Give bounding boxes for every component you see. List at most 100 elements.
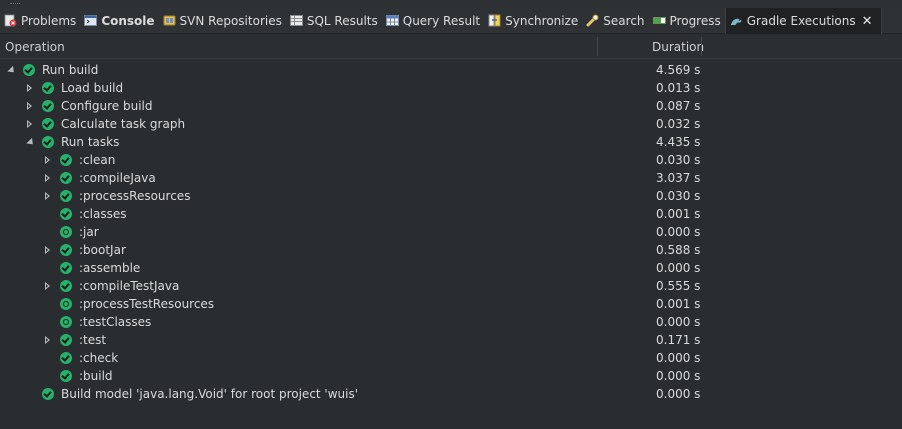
collapse-arrow-icon[interactable] [45, 246, 50, 254]
tree-row[interactable]: :bootJar 0.588 s [0, 241, 902, 259]
tab-label: Synchronize [505, 13, 579, 28]
tree-row[interactable]: :jar 0.000 s [0, 223, 902, 241]
tree-row[interactable]: :clean 0.030 s [0, 151, 902, 169]
up-to-date-status-icon [60, 298, 72, 310]
collapse-arrow-icon[interactable] [45, 282, 50, 290]
tab-label: SVN Repositories [179, 13, 282, 28]
duration-value: 0.087 s [656, 99, 701, 113]
table-header: Operation Duration [0, 35, 902, 59]
collapse-arrow-icon[interactable] [27, 120, 32, 128]
tree-row[interactable]: :build 0.000 s [0, 367, 902, 385]
collapse-arrow-icon[interactable] [45, 336, 50, 344]
tab-problems[interactable]: Problems [0, 8, 80, 34]
operation-label: Configure build [61, 99, 153, 113]
tree-row[interactable]: :compileTestJava 0.555 s [0, 277, 902, 295]
operation-label: Calculate task graph [61, 117, 186, 131]
tab-gradle-executions[interactable]: Gradle Executions ✕ [724, 8, 882, 34]
success-check-icon [60, 190, 72, 202]
duration-value: 0.000 s [656, 387, 701, 401]
success-check-icon [60, 172, 72, 184]
duration-value: 0.000 s [656, 351, 701, 365]
column-separator[interactable] [701, 37, 702, 56]
gradle-icon [730, 15, 743, 28]
query-result-icon [385, 14, 399, 27]
duration-value: 0.030 s [656, 153, 701, 167]
tree-row[interactable]: :check 0.000 s [0, 349, 902, 367]
duration-value: 0.013 s [656, 81, 701, 95]
collapse-arrow-icon[interactable] [27, 102, 32, 110]
tree-row[interactable]: Calculate task graph 0.032 s [0, 115, 902, 133]
tab-label: Gradle Executions [746, 14, 856, 28]
operation-label: :build [79, 369, 113, 383]
tab-search[interactable]: Search [582, 8, 648, 34]
operation-label: :bootJar [79, 243, 126, 257]
tree-row[interactable]: Load build 0.013 s [0, 79, 902, 97]
duration-value: 0.588 s [656, 243, 701, 257]
tree-row[interactable]: Build model 'java.lang.Void' for root pr… [0, 385, 902, 403]
tab-progress[interactable]: Progress [649, 8, 725, 34]
progress-icon [652, 14, 666, 27]
tab-console[interactable]: Console [80, 8, 158, 34]
column-header-duration[interactable]: Duration [652, 40, 704, 54]
duration-value: 0.030 s [656, 189, 701, 203]
operation-label: Run tasks [61, 135, 120, 149]
tree-row[interactable]: Run tasks 4.435 s [0, 133, 902, 151]
operation-label: Load build [61, 81, 124, 95]
success-check-icon [60, 208, 72, 220]
tree-row[interactable]: Configure build 0.087 s [0, 97, 902, 115]
expand-arrow-icon[interactable] [26, 137, 36, 148]
success-check-icon [42, 82, 54, 94]
problems-icon [4, 14, 17, 27]
operation-label: :clean [79, 153, 116, 167]
tab-synchronize[interactable]: Synchronize [484, 8, 582, 34]
operation-label: :test [79, 333, 107, 347]
tree-row[interactable]: :test 0.171 s [0, 331, 902, 349]
tab-label: Query Result [402, 13, 481, 28]
operation-label: :compileTestJava [79, 279, 180, 293]
operation-label: Build model 'java.lang.Void' for root pr… [61, 387, 359, 401]
duration-value: 0.032 s [656, 117, 701, 131]
success-check-icon [23, 64, 35, 76]
drag-grip-icon[interactable] [10, 0, 20, 4]
duration-value: 0.000 s [656, 261, 701, 275]
operation-label: :assemble [79, 261, 141, 275]
tab-query-result[interactable]: Query Result [382, 8, 484, 34]
tree-row[interactable]: :processTestResources 0.001 s [0, 295, 902, 313]
close-tab-icon[interactable]: ✕ [862, 14, 873, 29]
success-check-icon [42, 136, 54, 148]
svn-repositories-icon [163, 14, 176, 27]
tree-row[interactable]: :assemble 0.000 s [0, 259, 902, 277]
tab-label: Progress [669, 13, 721, 28]
tree-row[interactable]: Run build 4.569 s [0, 61, 902, 79]
collapse-arrow-icon[interactable] [45, 156, 50, 164]
tab-sql-results[interactable]: SQL Results [286, 8, 382, 34]
duration-value: 0.001 s [656, 297, 701, 311]
operation-label: :processTestResources [79, 297, 215, 311]
operation-label: :jar [79, 225, 99, 239]
collapse-arrow-icon[interactable] [45, 192, 50, 200]
operation-label: :classes [79, 207, 127, 221]
success-check-icon [60, 262, 72, 274]
operation-label: :testClasses [79, 315, 152, 329]
duration-value: 0.000 s [656, 225, 701, 239]
column-separator[interactable] [597, 37, 598, 56]
tree-row[interactable]: :testClasses 0.000 s [0, 313, 902, 331]
success-check-icon [60, 334, 72, 346]
tab-svn-repositories[interactable]: SVN Repositories [159, 8, 286, 34]
column-header-operation[interactable]: Operation [5, 40, 65, 54]
tree-row[interactable]: :classes 0.001 s [0, 205, 902, 223]
success-check-icon [60, 154, 72, 166]
success-check-icon [60, 244, 72, 256]
operation-label: :processResources [79, 189, 191, 203]
up-to-date-status-icon [60, 226, 72, 238]
success-check-icon [42, 100, 54, 112]
expand-arrow-icon[interactable] [7, 65, 17, 76]
tree-row[interactable]: :processResources 0.030 s [0, 187, 902, 205]
tree-row[interactable]: :compileJava 3.037 s [0, 169, 902, 187]
collapse-arrow-icon[interactable] [45, 174, 50, 182]
console-icon [84, 14, 98, 27]
tab-label: SQL Results [306, 13, 378, 28]
operation-label: :check [79, 351, 119, 365]
collapse-arrow-icon[interactable] [27, 84, 32, 92]
duration-value: 0.000 s [656, 369, 701, 383]
